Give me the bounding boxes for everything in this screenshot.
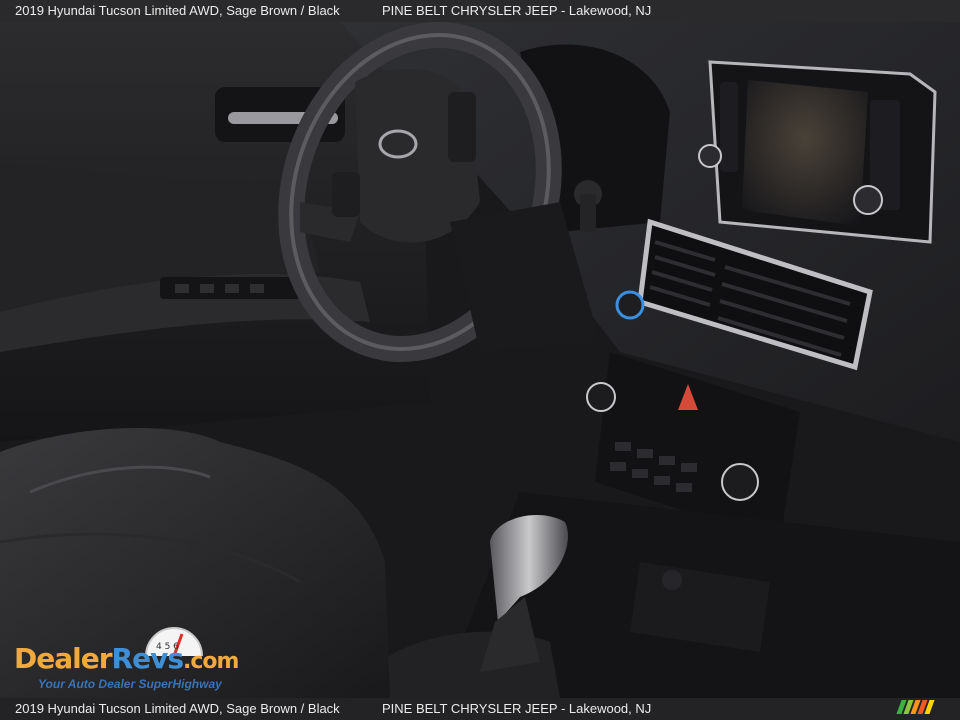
vehicle-caption: 2019 Hyundai Tucson Limited AWD, Sage Br… <box>15 3 340 18</box>
caption-bar-bottom: 2019 Hyundai Tucson Limited AWD, Sage Br… <box>0 698 960 720</box>
watermark-brand-part2: Revs <box>111 642 184 675</box>
dealer-caption-bottom: PINE BELT CHRYSLER JEEP - Lakewood, NJ <box>382 701 652 716</box>
stripes-logo <box>896 700 935 714</box>
caption-bar-top: 2019 Hyundai Tucson Limited AWD, Sage Br… <box>0 0 960 22</box>
vehicle-caption-bottom: 2019 Hyundai Tucson Limited AWD, Sage Br… <box>15 701 340 716</box>
watermark-brand-part3: .com <box>183 649 239 674</box>
dealer-caption: PINE BELT CHRYSLER JEEP - Lakewood, NJ <box>382 3 652 18</box>
watermark-tagline: Your Auto Dealer SuperHighway <box>38 677 222 691</box>
interior-illustration <box>0 22 960 698</box>
dealerrevs-watermark: 4 5 6 DealerRevs.com Your Auto Dealer Su… <box>12 624 272 694</box>
interior-photo <box>0 22 960 698</box>
watermark-brand-part1: Dealer <box>14 642 113 675</box>
watermark-brand: DealerRevs.com <box>14 642 239 675</box>
